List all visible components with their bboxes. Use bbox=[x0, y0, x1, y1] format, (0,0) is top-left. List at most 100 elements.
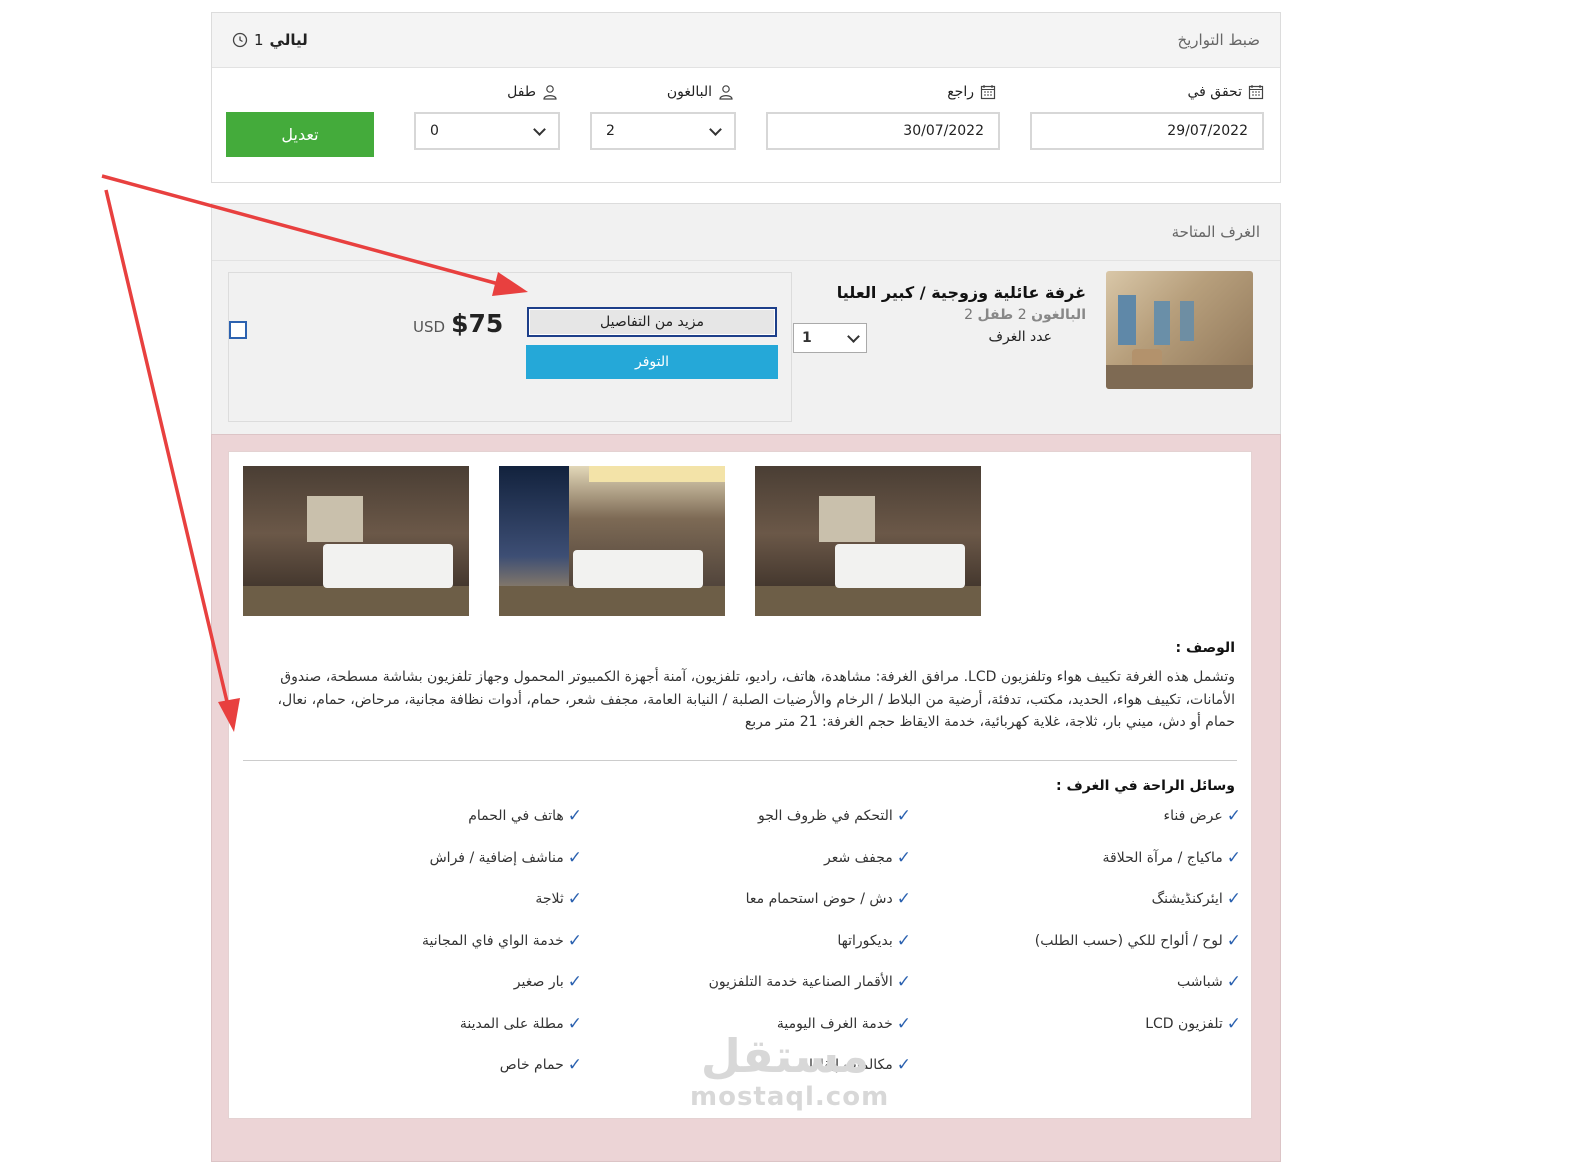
thumbnail-window bbox=[1180, 301, 1194, 341]
checkin-label-text: تحقق في bbox=[1187, 84, 1242, 100]
more-details-button[interactable]: مزيد من التفاصيل bbox=[527, 307, 777, 337]
amenity-label: ايئركنڈیشنگ bbox=[1151, 891, 1223, 907]
select-room-checkbox[interactable] bbox=[229, 321, 247, 339]
room-count-select[interactable]: 1 bbox=[793, 323, 867, 353]
chevron-down-icon bbox=[709, 122, 722, 136]
adults-label-text: البالغون bbox=[666, 84, 712, 100]
amenity-item: ✓ الأقمار الصناعية خدمة التلفزيون bbox=[581, 974, 911, 1016]
gallery-photo[interactable] bbox=[243, 466, 469, 616]
checkin-label: تحقق في bbox=[1187, 84, 1264, 100]
chevron-down-icon bbox=[533, 122, 546, 136]
check-icon: ✓ bbox=[1226, 847, 1241, 868]
room-name: غرفة عائلية وزوجية / كبير العليا bbox=[836, 283, 1086, 302]
photo-carpet bbox=[499, 586, 725, 616]
check-icon: ✓ bbox=[1226, 806, 1241, 826]
check-icon: ✓ bbox=[896, 1013, 911, 1034]
dates-panel: 1 ليالي ضبط التواريخ تحقق في 29/07/2022 … bbox=[211, 12, 1281, 183]
checkout-label-text: راجع bbox=[947, 84, 974, 100]
availability-button[interactable]: التوفر bbox=[526, 345, 778, 379]
price-card: USD $75 مزيد من التفاصيل التوفر bbox=[228, 272, 792, 422]
nights-value: 1 bbox=[254, 31, 264, 49]
amenity-label: بديكوراتها bbox=[837, 932, 893, 949]
check-icon: ✓ bbox=[567, 1013, 582, 1034]
amenity-item: ✓ عرض فناء bbox=[911, 808, 1241, 850]
check-icon: ✓ bbox=[896, 972, 911, 992]
amenity-label: مجفف شعر bbox=[823, 849, 893, 866]
adults-label: البالغون bbox=[667, 84, 734, 100]
children-label: طفل bbox=[507, 84, 558, 100]
price-currency: USD bbox=[413, 318, 446, 336]
photo-window bbox=[307, 496, 363, 542]
amenity-item: ✓ ثلاجة bbox=[252, 891, 582, 933]
amenity-item: ✓ خدمة الغرف اليومية bbox=[581, 1013, 911, 1058]
amenity-label: شباشب bbox=[1177, 974, 1223, 990]
room-count-value: 1 bbox=[802, 330, 812, 346]
checkout-input[interactable]: 30/07/2022 bbox=[766, 112, 1000, 150]
amenities-title: وسائل الراحة في الغرف : bbox=[1056, 778, 1235, 794]
children-select[interactable]: 0 bbox=[414, 112, 560, 150]
amenity-item: ✓ مطلة على المدينة bbox=[252, 1013, 582, 1058]
room-details-card: الوصف : وتشمل هذه الغرفة تكييف هواء وتلف… bbox=[228, 451, 1252, 1119]
check-icon: ✓ bbox=[896, 847, 911, 868]
user-icon bbox=[719, 85, 733, 100]
amenity-item: ✓ ماكياج / مرآة الحلاقة bbox=[911, 847, 1241, 892]
gallery-photo[interactable] bbox=[499, 466, 725, 616]
amenity-label: الأقمار الصناعية خدمة التلفزيون bbox=[708, 974, 893, 990]
dates-form: تحقق في 29/07/2022 راجع 30/07/2022 البال… bbox=[212, 68, 1280, 182]
adults-select[interactable]: 2 bbox=[590, 112, 736, 150]
room-adults-value: 2 bbox=[1017, 307, 1027, 323]
amenity-item: ✓ دش / حوض استحمام معا bbox=[581, 891, 911, 933]
description-title: الوصف : bbox=[1175, 640, 1235, 656]
amenity-label: ثلاجة bbox=[535, 891, 564, 907]
calendar-icon bbox=[980, 85, 996, 100]
room-adults-label: البالغون bbox=[1031, 307, 1086, 323]
amenity-label: حمام خاص bbox=[499, 1057, 564, 1073]
photo-carpet bbox=[243, 586, 469, 616]
amenity-item: ✓ ايئركنڈیشنگ bbox=[911, 891, 1241, 933]
rooms-panel-header: الغرف المتاحة bbox=[212, 204, 1280, 261]
amenity-label: مطلة على المدينة bbox=[459, 1015, 564, 1032]
check-icon: ✓ bbox=[896, 806, 911, 826]
check-icon: ✓ bbox=[567, 1055, 582, 1075]
photo-bed bbox=[573, 550, 703, 588]
amenity-label: ماكياج / مرآة الحلاقة bbox=[1102, 849, 1223, 866]
edit-dates-button[interactable]: تعديل bbox=[226, 112, 374, 157]
photo-bed bbox=[323, 544, 453, 588]
amenity-item: ✓ حمام خاص bbox=[252, 1057, 582, 1099]
calendar-icon bbox=[1248, 85, 1264, 100]
room-count-label: عدد الغرف bbox=[988, 329, 1052, 345]
amenity-label: خدمة الواي فاي المجانية bbox=[422, 932, 564, 949]
amenity-label: التحكم في ظروف الجو bbox=[758, 808, 893, 824]
checkin-value: 29/07/2022 bbox=[1167, 123, 1248, 139]
amenity-item: ✓ بار صغير bbox=[252, 974, 582, 1016]
amenity-label: لوح / ألواح للكي (حسب الطلب) bbox=[1034, 932, 1223, 949]
room-thumbnail[interactable] bbox=[1106, 271, 1253, 389]
check-icon: ✓ bbox=[1226, 889, 1241, 909]
rooms-panel: الغرف المتاحة غرفة عائلية وزوجية / كبير … bbox=[211, 203, 1281, 438]
check-icon: ✓ bbox=[567, 806, 582, 826]
amenity-item: ✓ بديكوراتها bbox=[581, 932, 911, 975]
amenity-item: ✓ مكالمات إيقاظ bbox=[581, 1057, 911, 1099]
room-gallery bbox=[243, 466, 981, 616]
amenity-item: ✓ خدمة الواي فاي المجانية bbox=[252, 932, 582, 975]
children-label-text: طفل bbox=[507, 84, 536, 100]
checkout-value: 30/07/2022 bbox=[903, 123, 984, 139]
amenities-column-1: ✓ عرض فناء ✓ ماكياج / مرآة الحلاقة ✓ ايئركنڈی… bbox=[911, 808, 1241, 1057]
amenity-item: ✓ التحكم في ظروف الجو bbox=[581, 808, 911, 850]
photo-bed bbox=[835, 544, 965, 588]
gallery-photo[interactable] bbox=[755, 466, 981, 616]
amenity-label: مناشف إضافية / فراش bbox=[429, 849, 564, 866]
check-icon: ✓ bbox=[567, 972, 582, 992]
room-details-panel: الوصف : وتشمل هذه الغرفة تكييف هواء وتلف… bbox=[211, 434, 1281, 1162]
amenity-item: ✓ شباشب bbox=[911, 974, 1241, 1016]
amenity-item: ✓ لوح / ألواح للكي (حسب الطلب) bbox=[911, 932, 1241, 975]
adults-value: 2 bbox=[606, 123, 615, 139]
check-icon: ✓ bbox=[567, 889, 582, 909]
room-children-value: 2 bbox=[964, 307, 974, 323]
amenity-item: ✓ مجفف شعر bbox=[581, 847, 911, 892]
checkin-input[interactable]: 29/07/2022 bbox=[1030, 112, 1264, 150]
amenity-label: هاتف في الحمام bbox=[468, 808, 564, 824]
thumbnail-window bbox=[1118, 295, 1136, 345]
clock-icon bbox=[232, 32, 248, 48]
check-icon: ✓ bbox=[1226, 972, 1241, 992]
